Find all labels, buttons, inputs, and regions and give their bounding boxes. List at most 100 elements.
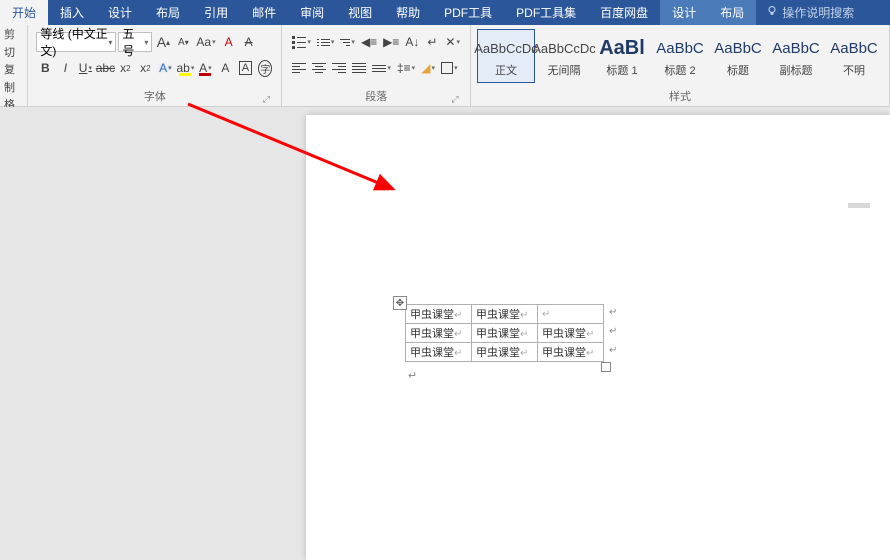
show-marks-button[interactable]: ↵ [423,32,441,52]
char-border-button[interactable]: A [236,58,254,78]
pilcrow-icon: ↵ [427,35,437,49]
bold-button[interactable]: B [36,58,54,78]
bullets-button[interactable]: ▾ [290,32,313,52]
tab-table-layout[interactable]: 布局 [708,0,756,25]
style-heading2[interactable]: AaBbC 标题 2 [651,29,709,83]
text-effects-button[interactable]: A▾ [156,58,174,78]
font-size-select[interactable]: 五号 ▾ [118,32,152,52]
style-no-spacing[interactable]: AaBbCcDc 无间隔 [535,29,593,83]
style-other[interactable]: AaBbC 不明 [825,29,883,83]
table-row[interactable]: 甲虫课堂↵ 甲虫课堂↵ 甲虫课堂↵ [406,343,604,362]
tab-mail[interactable]: 邮件 [240,0,288,25]
increase-indent-button[interactable]: ▶≡ [381,32,401,52]
font-name-select[interactable]: 等线 (中文正文) ▾ [36,32,116,52]
justify-icon [352,63,366,73]
style-title[interactable]: AaBbC 标题 [709,29,767,83]
strikethrough-button[interactable]: abc [96,58,114,78]
cut-button[interactable]: 剪切 [4,27,23,62]
font-group: 等线 (中文正文) ▾ 五号 ▾ A▴ A▾ Aa▾ A A B I U▾ ab… [28,25,282,106]
align-center-icon [312,63,326,73]
tell-me-label: 操作说明搜索 [782,4,854,21]
table-row[interactable]: 甲虫课堂↵ 甲虫课堂↵ 甲虫课堂↵ [406,324,604,343]
tab-pdftoolset[interactable]: PDF工具集 [504,0,588,25]
tab-baidudisk[interactable]: 百度网盘 [588,0,660,25]
tab-table-design[interactable]: 设计 [660,0,708,25]
margin-indicator [848,203,870,208]
table-resize-handle[interactable] [601,362,611,372]
clipboard-group: 剪切 复制 格式刷 [0,25,28,106]
line-spacing-button[interactable]: ‡≡▾ [395,58,417,78]
table-cell[interactable]: 甲虫课堂↵ [406,305,472,324]
font-name-value: 等线 (中文正文) [40,25,108,59]
align-center-button[interactable] [310,58,328,78]
phonetic-guide-button[interactable]: A [220,32,238,52]
table-cell[interactable]: 甲虫课堂↵ [472,324,538,343]
borders-button[interactable]: ▾ [439,58,460,78]
tab-insert[interactable]: 插入 [48,0,96,25]
align-right-button[interactable] [330,58,348,78]
change-case-button[interactable]: Aa▾ [194,32,217,52]
row-end-mark: ↵ [609,345,617,356]
increase-font-button[interactable]: A▴ [154,32,172,52]
style-subtitle[interactable]: AaBbC 副标题 [767,29,825,83]
align-left-button[interactable] [290,58,308,78]
ribbon-tabs: 开始 插入 设计 布局 引用 邮件 审阅 视图 帮助 PDF工具 PDF工具集 … [0,0,890,25]
distribute-button[interactable]: ▾ [370,58,393,78]
bulb-icon [766,5,778,20]
table-cell[interactable]: 甲虫课堂↵ [406,324,472,343]
underline-button[interactable]: U▾ [76,58,94,78]
tab-reference[interactable]: 引用 [192,0,240,25]
style-heading1[interactable]: AaBl 标题 1 [593,29,651,83]
tab-view[interactable]: 视图 [336,0,384,25]
paragraph-mark: ↵ [408,369,417,382]
decrease-font-button[interactable]: A▾ [174,32,192,52]
multilevel-list-button[interactable]: ▾ [338,32,357,52]
char-shading-button[interactable]: A [216,58,234,78]
tell-me-search[interactable]: 操作说明搜索 [756,4,864,21]
font-dialog-launcher[interactable]: ⤢ [261,94,271,104]
clear-formatting-button[interactable]: A [240,32,258,52]
document-area[interactable]: ✥ 甲虫课堂↵ 甲虫课堂↵ ↵ 甲虫课堂↵ 甲虫课堂↵ 甲虫课堂↵ 甲虫课堂↵ … [0,107,890,560]
justify-button[interactable] [350,58,368,78]
table-cell[interactable]: 甲虫课堂↵ [538,324,604,343]
indent-icon: ▶≡ [383,35,399,49]
outdent-icon: ◀≡ [361,35,377,49]
line-spacing-icon: ‡≡ [397,61,411,75]
highlight-button[interactable]: ab▾ [176,58,194,78]
row-end-mark: ↵ [609,326,617,337]
enclose-char-button[interactable]: 字 [256,58,274,78]
table-cell[interactable]: 甲虫课堂↵ [538,343,604,362]
paragraph-group: ▾ ▾ ▾ ◀≡ ▶≡ A↓ ↵ ✕▾ ▾ ‡≡▾ [282,25,471,106]
copy-button[interactable]: 复制 [4,62,23,97]
italic-button[interactable]: I [56,58,74,78]
table-row[interactable]: 甲虫课堂↵ 甲虫课堂↵ ↵ [406,305,604,324]
font-color-button[interactable]: A▾ [196,58,214,78]
table-cell[interactable]: 甲虫课堂↵ [406,343,472,362]
superscript-button[interactable]: x2 [136,58,154,78]
tab-home[interactable]: 开始 [0,0,48,25]
table-move-handle[interactable]: ✥ [393,296,407,310]
sort-button[interactable]: A↓ [403,32,421,52]
style-normal[interactable]: AaBbCcDc 正文 [477,29,535,83]
subscript-button[interactable]: x2 [116,58,134,78]
tab-review[interactable]: 审阅 [288,0,336,25]
table-cell[interactable]: 甲虫课堂↵ [472,305,538,324]
paragraph-dialog-launcher[interactable]: ⤢ [450,94,460,104]
tab-design[interactable]: 设计 [96,0,144,25]
asian-layout-button[interactable]: ✕▾ [443,32,462,52]
move-icon: ✥ [396,298,404,309]
shading-button[interactable]: ◢▾ [419,58,437,78]
distribute-icon [372,65,386,72]
numbering-icon [317,39,330,46]
align-right-icon [332,63,346,73]
tab-help[interactable]: 帮助 [384,0,432,25]
tab-pdftools[interactable]: PDF工具 [432,0,504,25]
decrease-indent-button[interactable]: ◀≡ [359,32,379,52]
document-table[interactable]: 甲虫课堂↵ 甲虫课堂↵ ↵ 甲虫课堂↵ 甲虫课堂↵ 甲虫课堂↵ 甲虫课堂↵ 甲虫… [405,304,604,362]
tab-layout[interactable]: 布局 [144,0,192,25]
table-cell[interactable]: 甲虫课堂↵ [472,343,538,362]
dropdown-arrow-icon: ▾ [108,38,112,47]
table-cell[interactable]: ↵ [538,305,604,324]
multilevel-icon [340,39,350,46]
numbering-button[interactable]: ▾ [315,32,337,52]
